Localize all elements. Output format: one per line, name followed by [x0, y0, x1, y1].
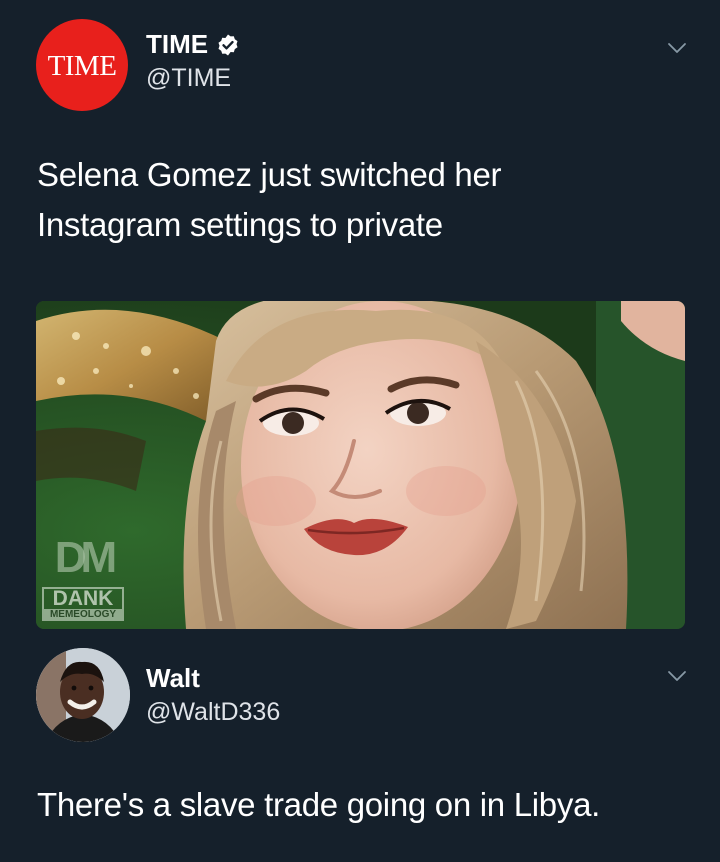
reply-author-name[interactable]: Walt [146, 663, 200, 694]
author-handle[interactable]: @TIME [146, 64, 231, 93]
time-avatar-text: TIME [47, 49, 117, 82]
author-display-name: TIME [146, 29, 209, 59]
watermark-line2: MEMEOLOGY [42, 609, 124, 621]
reply-author-handle[interactable]: @WaltD336 [146, 698, 280, 727]
reply-display-name: Walt [146, 663, 200, 693]
watermark-line1: DANK [42, 587, 124, 609]
verified-badge-icon [218, 34, 238, 55]
walt-avatar[interactable] [36, 648, 130, 742]
avatar-photo [36, 648, 130, 742]
chevron-down-icon[interactable] [665, 664, 689, 688]
author-name[interactable]: TIME [146, 29, 240, 60]
tweet-time[interactable]: TIME TIME @TIME Selena Gomez just switch… [0, 0, 720, 640]
tweet-text: Selena Gomez just switched her Instagram… [37, 156, 502, 243]
watermark-logo: DM [54, 533, 117, 582]
time-avatar[interactable]: TIME [36, 19, 128, 111]
reply-text: There's a slave trade going on in Libya. [37, 786, 600, 823]
photo-illustration [36, 301, 685, 629]
tweet-reply[interactable]: Walt @WaltD336 There's a slave trade goi… [0, 640, 720, 862]
chevron-down-icon[interactable] [665, 36, 689, 60]
watermark: DM DANK MEMEOLOGY [42, 529, 124, 621]
tweet-photo[interactable]: DM DANK MEMEOLOGY [36, 301, 685, 629]
